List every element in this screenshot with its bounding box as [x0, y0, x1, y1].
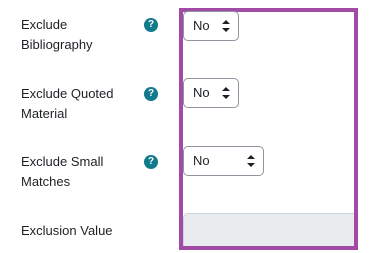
exclude-quoted-material-select[interactable]: No: [183, 78, 239, 108]
select-value: No: [193, 153, 210, 168]
help-circle-icon[interactable]: ?: [144, 18, 158, 32]
exclusion-value-label: Exclusion Value: [21, 223, 113, 238]
exclude-bibliography-label: Exclude Bibliography: [21, 17, 93, 52]
help-circle-icon[interactable]: ?: [144, 155, 158, 169]
select-value: No: [193, 18, 210, 33]
select-value: No: [193, 85, 210, 100]
exclude-quoted-material-label: Exclude Quoted Material: [21, 86, 114, 121]
select-caret-icon: [247, 155, 255, 167]
exclude-small-matches-label: Exclude Small Matches: [21, 154, 104, 189]
exclusion-value-input[interactable]: [183, 213, 354, 246]
exclude-small-matches-select[interactable]: No: [183, 146, 264, 176]
select-caret-icon: [222, 87, 230, 99]
plagiarism-settings-form: Exclude Bibliography ? Exclude Quoted Ma…: [0, 0, 372, 253]
help-circle-icon[interactable]: ?: [144, 87, 158, 101]
select-caret-icon: [222, 20, 230, 32]
exclude-bibliography-select[interactable]: No: [183, 11, 239, 41]
